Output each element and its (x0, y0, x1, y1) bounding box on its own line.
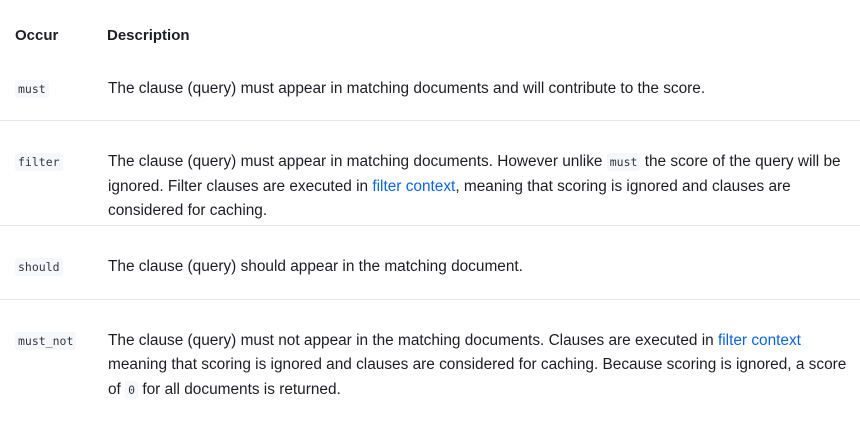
table-row-must: must The clause (query) must appear in m… (0, 71, 860, 121)
inline-code: must (606, 153, 641, 171)
occur-code: should (15, 257, 63, 276)
table-row-filter: filter The clause (query) must appear in… (0, 120, 860, 226)
filter-context-link[interactable]: filter context (718, 332, 801, 349)
description-text: The clause (query) must appear in matchi… (108, 80, 706, 97)
description-text: The clause (query) should appear in the … (108, 257, 523, 275)
table-row-must-not: must_not The clause (query) must not app… (0, 299, 860, 403)
description-text: The clause (query) must not appear in th… (108, 331, 718, 349)
description-cell: The clause (query) should appear in the … (107, 225, 860, 300)
occur-table: Occur Description must The clause (query… (0, 0, 860, 403)
table-row-should: should The clause (query) should appear … (0, 225, 860, 300)
filter-context-link[interactable]: filter context (372, 178, 455, 195)
inline-code: 0 (125, 380, 139, 399)
occur-code: must_not (15, 331, 77, 350)
occur-cell: must_not (0, 299, 107, 403)
description-text: for all documents is returned. (138, 380, 341, 398)
description-cell: The clause (query) must appear in matchi… (107, 120, 860, 226)
header-description: Description (107, 27, 190, 44)
header-occur: Occur (15, 27, 59, 44)
description-text: The clause (query) must appear in matchi… (108, 153, 607, 170)
occur-cell: filter (0, 120, 107, 226)
description-cell: The clause (query) must appear in matchi… (107, 71, 860, 121)
occur-cell: must (0, 71, 107, 121)
occur-code: must (15, 80, 49, 98)
description-cell: The clause (query) must not appear in th… (107, 299, 860, 403)
occur-code: filter (15, 153, 63, 171)
table-header-row: Occur Description (0, 0, 860, 71)
occur-cell: should (0, 225, 107, 300)
